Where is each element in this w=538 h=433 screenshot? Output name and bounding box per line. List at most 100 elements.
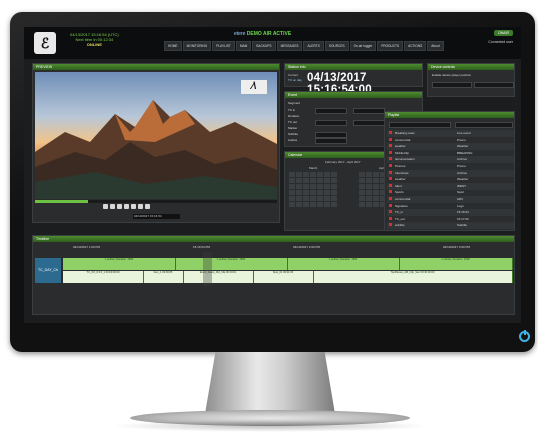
calendar-day[interactable] (331, 196, 337, 201)
calendar-day[interactable] (359, 196, 365, 201)
calendar-day[interactable] (373, 190, 379, 195)
calendar-day[interactable] (373, 196, 379, 201)
nav-onair-logger[interactable]: On-air logger (349, 41, 377, 51)
skip-back-icon[interactable] (103, 204, 108, 209)
calendar-day[interactable] (324, 202, 330, 207)
calendar-day[interactable] (359, 184, 365, 189)
calendar-day[interactable] (324, 190, 330, 195)
calendar-day[interactable] (324, 196, 330, 201)
segment-2[interactable]: 1 entries, Duration: 1500 (175, 258, 288, 270)
play-icon[interactable] (117, 204, 122, 209)
channel-label[interactable]: TC_DAY_Ch (35, 258, 61, 283)
skip-forward-icon[interactable] (145, 204, 150, 209)
calendar-day[interactable] (317, 178, 323, 183)
video-frame[interactable]: ∕\ (35, 72, 277, 199)
forward-icon[interactable] (138, 204, 143, 209)
calendar-day[interactable] (310, 196, 316, 201)
timeline-row-2[interactable]: TC_0:0_0:0:0_1 00:00:00:00 Item_1 00:00:… (63, 271, 513, 283)
calendar-day[interactable] (331, 172, 337, 177)
calendar-day[interactable] (366, 184, 372, 189)
timeline-row-1[interactable]: 1 entries, Duration: 1500 1 entries, Dur… (63, 258, 513, 270)
nav-sources[interactable]: SOURCES (324, 41, 349, 51)
playlist-row[interactable]: subtitle Subtitle (387, 222, 514, 230)
calendar-day[interactable] (289, 172, 295, 177)
clip-5[interactable]: Top4News_AM_Clip_Sec 00:30:00:00 (313, 271, 513, 283)
nav-backups[interactable]: BACKUPS (252, 41, 276, 51)
calendar-day[interactable] (317, 172, 323, 177)
calendar-day[interactable] (310, 178, 316, 183)
calendar-day[interactable] (317, 196, 323, 201)
playlist-filter-select[interactable] (455, 122, 513, 128)
calendar-day[interactable] (310, 172, 316, 177)
playback-progress[interactable] (35, 200, 277, 203)
calendar-day[interactable] (366, 196, 372, 201)
calendar-day[interactable] (289, 196, 295, 201)
nav-about[interactable]: About (427, 41, 444, 51)
playlist-filter-input[interactable] (389, 122, 451, 128)
calendar-day[interactable] (373, 172, 379, 177)
calendar-day[interactable] (296, 184, 302, 189)
pause-icon[interactable] (124, 204, 129, 209)
calendar-day[interactable] (289, 190, 295, 195)
nav-mam[interactable]: MAM (235, 41, 252, 51)
nav-products[interactable]: PRODUCTS (377, 41, 404, 51)
calendar-day[interactable] (296, 196, 302, 201)
clip-2[interactable]: Item_1 00:00:05 (143, 271, 184, 283)
nav-alerts[interactable]: ALERTS (303, 41, 324, 51)
stop-icon[interactable] (131, 204, 136, 209)
calendar-day[interactable] (317, 184, 323, 189)
calendar-day[interactable] (317, 202, 323, 207)
nav-messages[interactable]: MESSAGES (276, 41, 303, 51)
calendar-day[interactable] (303, 196, 309, 201)
calendar-day[interactable] (310, 184, 316, 189)
calendar-day[interactable] (317, 190, 323, 195)
audios-input[interactable] (315, 138, 347, 144)
clip-3[interactable]: Event_News_AM_Clip 00:04:01 (183, 271, 254, 283)
nav-playlist[interactable]: PLAYLIST (212, 41, 235, 51)
onair-status-button[interactable]: ONAIR (493, 30, 513, 36)
calendar-day[interactable] (366, 190, 372, 195)
calendar-day[interactable] (324, 172, 330, 177)
calendar-day[interactable] (331, 202, 337, 207)
calendar-day[interactable] (366, 178, 372, 183)
calendar-day[interactable] (310, 202, 316, 207)
calendar-day[interactable] (366, 202, 372, 207)
calendar-day[interactable] (359, 202, 365, 207)
calendar-day[interactable] (289, 178, 295, 183)
device-line[interactable]: Enable device player position (432, 73, 471, 77)
clip-1[interactable]: TC_0:0_0:0:0_1 00:00:00:00 (63, 271, 144, 283)
calendar-day[interactable] (331, 190, 337, 195)
tc-in-input[interactable] (315, 108, 347, 114)
calendar-day[interactable] (303, 178, 309, 183)
tc-out-input-2[interactable] (353, 120, 385, 126)
calendar-day[interactable] (303, 184, 309, 189)
calendar-month-1[interactable] (289, 172, 337, 207)
calendar-day[interactable] (359, 172, 365, 177)
nav-actions[interactable]: ACTIONS (404, 41, 427, 51)
nav-home[interactable]: HOME (164, 41, 182, 51)
segment-3[interactable]: 1 entries, Duration: 1500 (287, 258, 400, 270)
calendar-day[interactable] (331, 184, 337, 189)
player-timecode[interactable]: 04/13/2017 15:16:54 (133, 214, 180, 219)
calendar-day[interactable] (359, 190, 365, 195)
rewind-icon[interactable] (110, 204, 115, 209)
calendar-day[interactable] (303, 202, 309, 207)
device-select-1[interactable] (432, 82, 472, 88)
calendar-day[interactable] (359, 178, 365, 183)
segment-1[interactable]: 1 entries, Duration: 1500 (63, 258, 176, 270)
calendar-day[interactable] (289, 184, 295, 189)
calendar-day[interactable] (331, 178, 337, 183)
clip-4[interactable]: Spot_01 00:01:00 (253, 271, 314, 283)
calendar-day[interactable] (324, 184, 330, 189)
calendar-day[interactable] (296, 190, 302, 195)
calendar-day[interactable] (366, 172, 372, 177)
calendar-day[interactable] (373, 202, 379, 207)
calendar-day[interactable] (310, 190, 316, 195)
calendar-day[interactable] (373, 178, 379, 183)
nav-monitoring[interactable]: MONITORING (182, 41, 212, 51)
calendar-day[interactable] (296, 172, 302, 177)
connected-user[interactable]: Connected user (488, 40, 513, 44)
calendar-day[interactable] (303, 172, 309, 177)
calendar-day[interactable] (296, 202, 302, 207)
segment-4[interactable]: 1 entries, Duration: 1500 (399, 258, 513, 270)
